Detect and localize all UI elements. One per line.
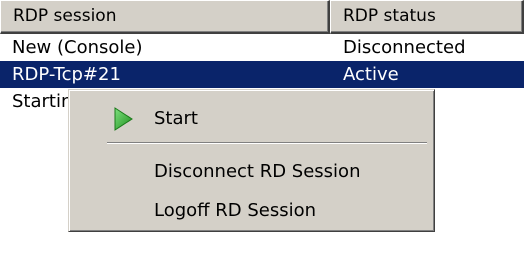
session-row-rdp-tcp[interactable]: RDP-Tcp#21 Active xyxy=(0,61,524,88)
menu-item-logoff-rd-session[interactable]: Logoff RD Session xyxy=(72,195,431,226)
session-name: New (Console) xyxy=(12,37,143,58)
menu-separator xyxy=(107,142,427,144)
menu-item-label: Disconnect RD Session xyxy=(154,161,361,182)
play-triangle-icon xyxy=(114,107,133,131)
menu-item-label: Start xyxy=(154,108,198,129)
column-header-rdp-status[interactable]: RDP status xyxy=(330,0,524,34)
list-header: RDP session RDP status xyxy=(0,0,524,34)
column-header-rdp-session[interactable]: RDP session xyxy=(0,0,330,34)
menu-item-start[interactable]: Start xyxy=(72,103,431,134)
session-context-menu: Start Disconnect RD Session Logoff RD Se… xyxy=(68,89,435,232)
session-name: RDP-Tcp#21 xyxy=(12,64,121,85)
menu-item-disconnect-rd-session[interactable]: Disconnect RD Session xyxy=(72,156,431,187)
session-row-console[interactable]: New (Console) Disconnected xyxy=(0,34,524,61)
session-status: Active xyxy=(343,64,399,85)
menu-item-label: Logoff RD Session xyxy=(154,200,317,221)
session-status: Disconnected xyxy=(343,37,466,58)
